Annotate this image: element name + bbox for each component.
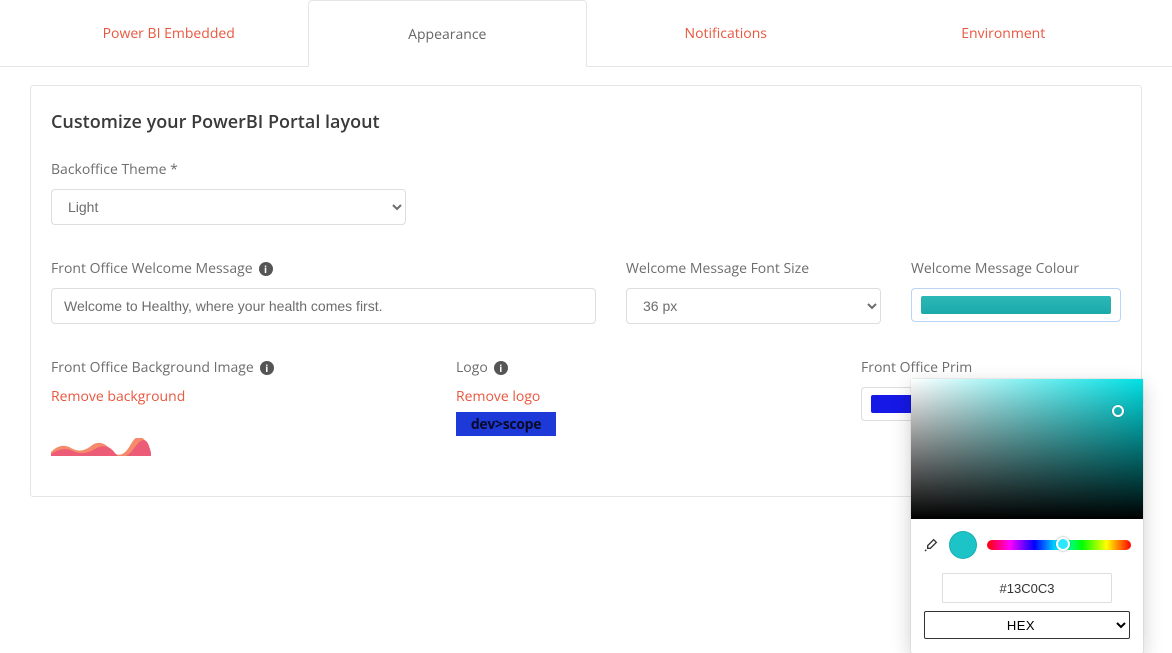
welcome-message-colour-input[interactable]: [911, 288, 1121, 322]
current-color-swatch: [949, 531, 977, 559]
saturation-value-area[interactable]: [911, 379, 1143, 519]
appearance-panel: Customize your PowerBI Portal layout Bac…: [30, 85, 1142, 497]
primary-colour-label: Front Office Prim: [861, 358, 1121, 377]
tab-appearance[interactable]: Appearance: [308, 0, 588, 67]
welcome-message-label: Front Office Welcome Message i: [51, 259, 596, 278]
tab-notifications[interactable]: Notifications: [587, 0, 865, 66]
welcome-message-colour-label: Welcome Message Colour: [911, 259, 1121, 278]
welcome-font-size-select[interactable]: 36 px: [626, 288, 881, 324]
page-title: Customize your PowerBI Portal layout: [51, 110, 1121, 134]
background-thumbnail: [51, 438, 151, 456]
hue-slider[interactable]: [987, 540, 1131, 550]
welcome-font-size-label: Welcome Message Font Size: [626, 259, 881, 278]
welcome-message-input[interactable]: [51, 288, 596, 324]
eyedropper-icon[interactable]: [923, 537, 939, 553]
backoffice-theme-select[interactable]: Light: [51, 189, 406, 225]
backoffice-theme-label: Backoffice Theme *: [51, 160, 406, 179]
remove-logo-link[interactable]: Remove logo: [456, 387, 540, 406]
colour-swatch: [921, 296, 1111, 314]
logo-label: Logo i: [456, 358, 831, 377]
hue-cursor[interactable]: [1056, 537, 1070, 551]
welcome-message-label-text: Front Office Welcome Message: [51, 259, 253, 278]
hex-value-input[interactable]: [942, 573, 1112, 603]
logo-thumbnail: dev>scope: [456, 412, 556, 436]
info-icon[interactable]: i: [260, 361, 274, 375]
tab-environment[interactable]: Environment: [865, 0, 1143, 66]
background-image-label-text: Front Office Background Image: [51, 358, 254, 377]
color-format-select[interactable]: HEX: [924, 611, 1130, 639]
info-icon[interactable]: i: [259, 262, 273, 276]
tab-power-bi-embedded[interactable]: Power BI Embedded: [30, 0, 308, 66]
color-picker-popover: HEX: [911, 379, 1143, 653]
remove-background-link[interactable]: Remove background: [51, 387, 185, 406]
logo-label-text: Logo: [456, 358, 488, 377]
info-icon[interactable]: i: [494, 361, 508, 375]
background-image-label: Front Office Background Image i: [51, 358, 426, 377]
tab-bar: Power BI Embedded Appearance Notificatio…: [0, 0, 1172, 67]
sv-cursor[interactable]: [1112, 405, 1124, 417]
